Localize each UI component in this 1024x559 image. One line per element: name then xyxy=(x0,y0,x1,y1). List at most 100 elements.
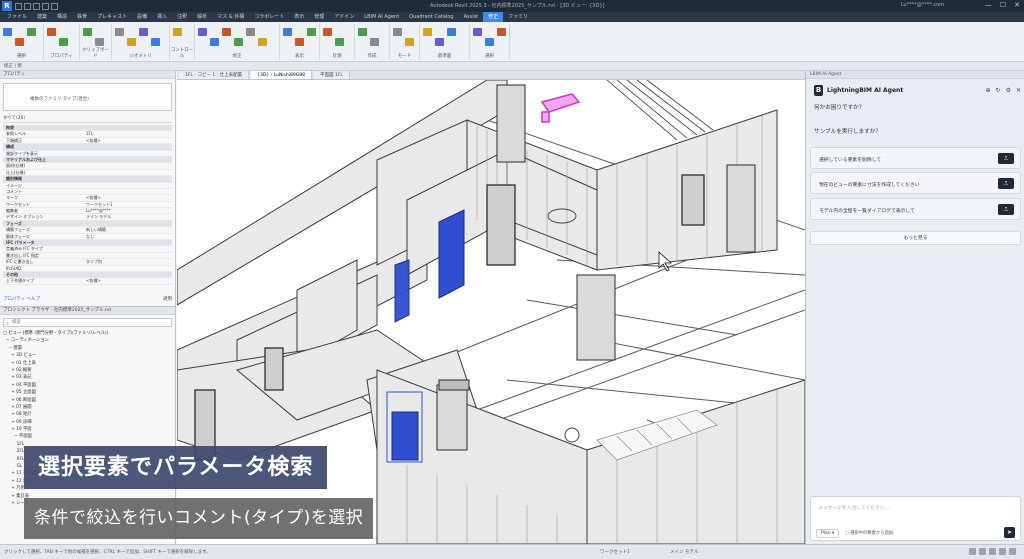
suggestion-card[interactable]: モデル内の全壁を一覧ダイアログで表示して ⎍ xyxy=(810,198,1021,220)
design-option-selector[interactable]: メイン モデル xyxy=(670,549,698,555)
ribbon-tool-icon[interactable] xyxy=(47,28,56,36)
ribbon-tool-icon[interactable] xyxy=(173,28,182,36)
ribbon-tool-icon[interactable] xyxy=(335,38,344,46)
ribbon-tab[interactable]: 挿入 xyxy=(152,12,172,22)
property-value[interactable] xyxy=(83,189,172,194)
ribbon-tool-icon[interactable] xyxy=(151,38,160,46)
browser-tree-item[interactable]: + 09 詳細 xyxy=(3,419,175,426)
redo-icon[interactable] xyxy=(42,2,49,10)
ribbon-tab[interactable]: 修正 xyxy=(483,12,504,22)
ribbon-tool-icon[interactable] xyxy=(27,28,36,36)
browser-tree-item[interactable]: − コーディネーション xyxy=(3,337,175,344)
browser-tree-item[interactable]: − 平面図 xyxy=(3,433,175,440)
ribbon-tool-icon[interactable] xyxy=(283,28,292,36)
message-input[interactable]: メッセージを入力してください... xyxy=(818,504,889,511)
ribbon-tool-icon[interactable] xyxy=(485,38,494,46)
ribbon-tool-icon[interactable] xyxy=(405,38,414,46)
properties-help-link[interactable]: プロパティ ヘルプ xyxy=(3,297,40,302)
ribbon-tool-icon[interactable] xyxy=(234,38,243,46)
ribbon-tool-icon[interactable] xyxy=(358,28,367,36)
ribbon-tool-icon[interactable] xyxy=(222,28,231,36)
ribbon-tool-icon[interactable] xyxy=(139,28,148,36)
ribbon-tool-icon[interactable] xyxy=(393,28,402,36)
browser-tree-item[interactable]: □ ビュー (標準 (専門分野・タイプ)/ファミリ/レベル)) xyxy=(3,330,175,337)
browser-tree-item[interactable]: + 08 矩計 xyxy=(3,411,175,418)
ribbon-tool-icon[interactable] xyxy=(307,28,316,36)
select-pinned-icon[interactable] xyxy=(999,548,1006,555)
new-chat-icon[interactable]: ⊕ xyxy=(986,87,991,94)
ribbon-tool-icon[interactable] xyxy=(246,28,255,36)
select-links-icon[interactable] xyxy=(979,548,986,555)
send-icon[interactable]: ➤ xyxy=(1004,527,1015,538)
add-selection-checkbox[interactable]: ○ 選択中の要素から追加 xyxy=(845,530,893,536)
property-value[interactable]: 新しい構築 xyxy=(83,227,172,232)
type-selector[interactable]: 複数のファミリ タイプ(混合) xyxy=(3,83,172,111)
property-value[interactable] xyxy=(83,266,172,271)
ribbon-tab[interactable]: 構造 xyxy=(52,12,72,22)
ribbon-tool-icon[interactable] xyxy=(370,38,379,46)
ribbon-tool-icon[interactable] xyxy=(59,38,68,46)
property-value[interactable]: なし xyxy=(83,234,172,239)
ribbon-tool-icon[interactable] xyxy=(3,28,12,36)
browser-tree-item[interactable]: + 3D ビュー xyxy=(3,352,175,359)
property-value[interactable]: Lu****@**** xyxy=(83,208,172,213)
browser-search-input[interactable]: ⌕ 検索 xyxy=(3,318,172,327)
ribbon-tool-icon[interactable] xyxy=(127,38,136,46)
ribbon-tool-icon[interactable] xyxy=(258,38,267,46)
property-value[interactable] xyxy=(83,253,172,258)
ribbon-tab[interactable]: 解析 xyxy=(192,12,212,22)
ribbon-tool-icon[interactable] xyxy=(83,28,92,36)
filter-icon[interactable] xyxy=(969,548,976,555)
browser-tree-item[interactable]: + 01 仕上表 xyxy=(3,360,175,367)
print-icon[interactable] xyxy=(51,2,58,10)
ribbon-tab[interactable]: Assist xyxy=(459,12,484,22)
maximize-button[interactable]: ☐ xyxy=(1000,1,1006,9)
view-tab[interactable]: 平面図 1FL xyxy=(313,71,350,79)
mode-select[interactable]: Plan ▾ xyxy=(816,529,840,538)
property-value[interactable] xyxy=(83,170,172,175)
show-more-button[interactable]: もっと見る xyxy=(810,231,1021,245)
property-value[interactable]: <各種> xyxy=(83,138,172,143)
close-button[interactable]: ✕ xyxy=(1014,1,1020,9)
browser-tree-item[interactable]: + 04 平面図 xyxy=(3,382,175,389)
ribbon-tab[interactable]: アドイン xyxy=(329,12,359,22)
view-tab[interactable]: {3D} - LuNishi89G88 xyxy=(251,71,312,79)
ribbon-tab[interactable]: マス & 外構 xyxy=(212,12,249,22)
ribbon-tab[interactable]: コラボレート xyxy=(249,12,289,22)
open-icon[interactable] xyxy=(15,2,22,10)
play-icon[interactable]: ⎍ xyxy=(998,204,1014,215)
save-icon[interactable] xyxy=(24,2,31,10)
ribbon-tab[interactable]: 設備 xyxy=(132,12,152,22)
ribbon-tab[interactable]: 鉄骨 xyxy=(72,12,92,22)
property-value[interactable]: ワークセット1 xyxy=(83,202,172,207)
undo-icon[interactable] xyxy=(33,2,40,10)
property-value[interactable]: <各種> xyxy=(83,278,172,283)
ribbon-tool-icon[interactable] xyxy=(198,28,207,36)
view-tab[interactable]: 1FL - コピー 1 : 仕上表配置 xyxy=(179,71,250,79)
ribbon-tab[interactable]: 注釈 xyxy=(172,12,192,22)
property-value[interactable] xyxy=(83,163,172,168)
ribbon-tool-icon[interactable] xyxy=(210,38,219,46)
browser-tree-item[interactable]: + 05 立面図 xyxy=(3,389,175,396)
property-value[interactable]: メイン モデル xyxy=(83,214,172,219)
ribbon-tab[interactable]: ファミリ xyxy=(503,12,533,22)
property-value[interactable] xyxy=(83,183,172,188)
ribbon-tool-icon[interactable] xyxy=(423,28,432,36)
browser-tree-item[interactable]: + 07 展開 xyxy=(3,404,175,411)
suggestion-card[interactable]: 選択している要素を削除して ⎍ xyxy=(810,147,1021,169)
browser-tree-item[interactable]: − 建築 xyxy=(3,345,175,352)
ribbon-tab[interactable]: LBIM AI Agent xyxy=(359,12,404,22)
suggestion-card[interactable]: 現在のビューの要素に寸法を作成してください ⎍ xyxy=(810,172,1021,194)
user-account[interactable]: Lu****@****.com xyxy=(901,2,944,8)
ribbon-tool-icon[interactable] xyxy=(15,38,24,46)
ribbon-tool-icon[interactable] xyxy=(447,28,456,36)
ribbon-tool-icon[interactable] xyxy=(435,38,444,46)
history-icon[interactable]: ↻ xyxy=(996,87,1001,94)
workset-selector[interactable]: ワークセット1 xyxy=(600,549,630,555)
minimize-button[interactable]: — xyxy=(985,1,992,9)
browser-tree-item[interactable]: + 06 断面図 xyxy=(3,397,175,404)
browser-tree-item[interactable]: + 03 表記 xyxy=(3,374,175,381)
ribbon-tab[interactable]: Quadrant Catalog xyxy=(404,12,458,22)
drag-icon[interactable] xyxy=(1009,548,1016,555)
property-value[interactable] xyxy=(83,246,172,251)
